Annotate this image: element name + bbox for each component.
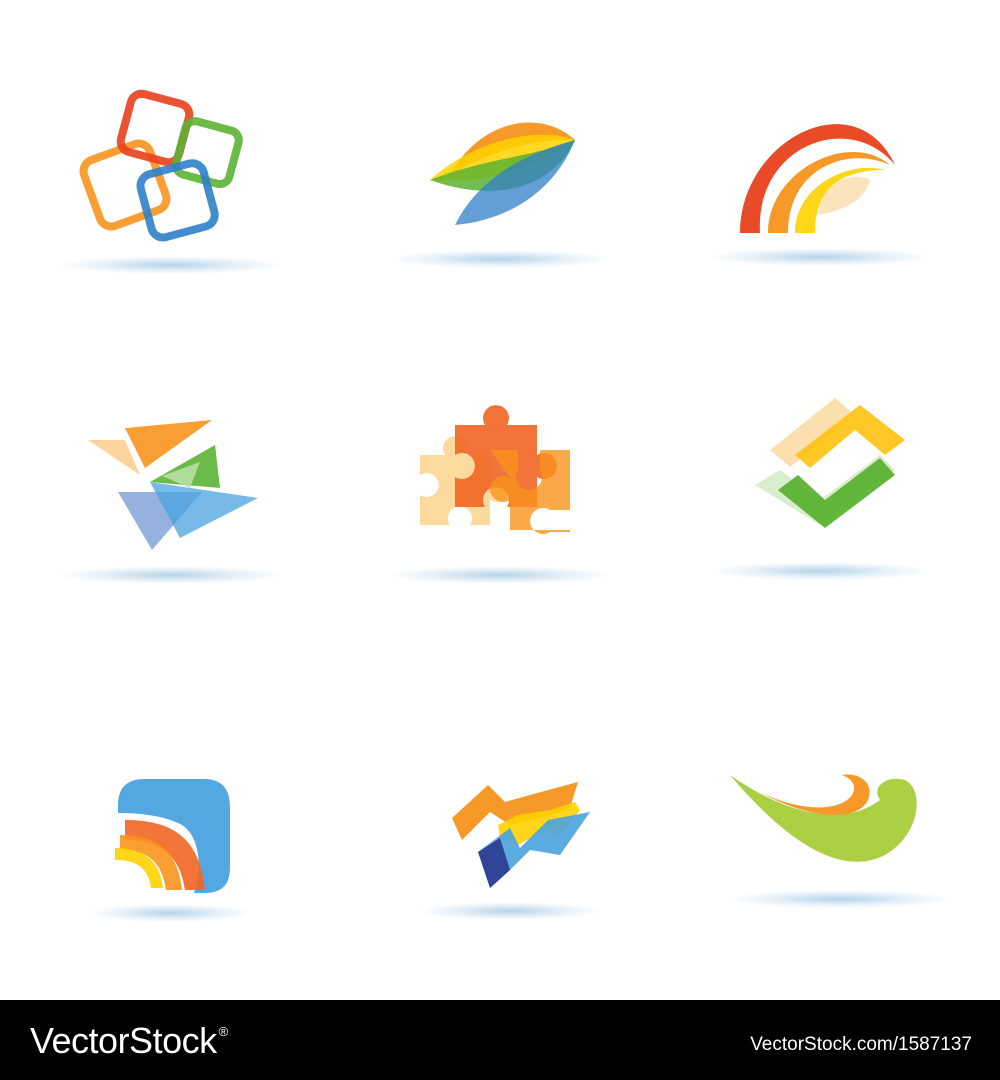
rounded-arrow-stack-icon [40,720,300,980]
linked-squares-icon [40,60,300,320]
vectorstock-logo: VectorStock ® [30,1020,228,1062]
paper-planes-icon [40,370,300,630]
check-mark-icon [690,370,950,630]
watermark-footer: VectorStock ® VectorStock.com/1587137 [0,1000,1000,1080]
icon-sheet [0,0,1000,1000]
rainbow-arcs-icon [690,60,950,320]
zigzag-arrow-icon [370,720,630,980]
image-id: VectorStock.com/1587137 [750,1034,972,1055]
leaf-wing-icon [370,60,630,320]
swoosh-icon [690,720,950,980]
brand-name: VectorStock [30,1020,217,1061]
puzzle-pieces-icon [370,370,630,630]
trademark-symbol: ® [218,1024,229,1039]
